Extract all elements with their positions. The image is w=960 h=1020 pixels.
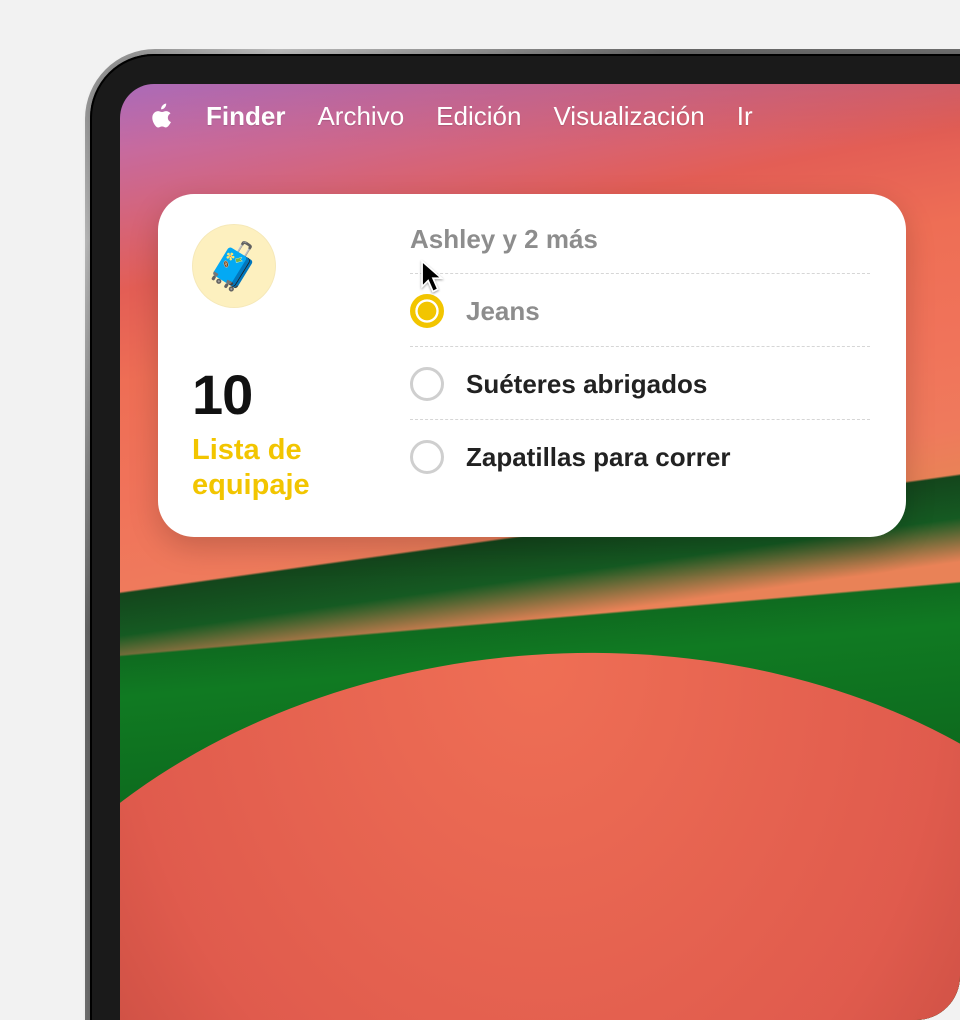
- reminder-label: Zapatillas para correr: [466, 442, 730, 473]
- shared-with-label: Ashley y 2 más: [410, 224, 870, 274]
- reminder-label: Suéteres abrigados: [466, 369, 707, 400]
- list-title: Lista de equipaje: [192, 433, 382, 503]
- radio-icon[interactable]: [410, 294, 444, 328]
- menubar-item-edicion[interactable]: Edición: [436, 101, 521, 132]
- reminders-widget[interactable]: 🧳 10 Lista de equipaje Ashley y 2 más Je…: [158, 194, 906, 537]
- item-count: 10: [192, 362, 382, 427]
- apple-logo-icon[interactable]: [148, 101, 174, 131]
- device-frame: Finder Archivo Edición Visualización Ir …: [90, 54, 960, 1020]
- list-icon: 🧳: [192, 224, 276, 308]
- reminder-label: Jeans: [466, 296, 540, 327]
- reminder-item[interactable]: Zapatillas para correr: [410, 420, 870, 478]
- screen: Finder Archivo Edición Visualización Ir …: [120, 84, 960, 1020]
- reminder-item[interactable]: Jeans: [410, 274, 870, 347]
- radio-icon[interactable]: [410, 367, 444, 401]
- menubar-app-name[interactable]: Finder: [206, 101, 285, 132]
- menubar-item-visualizacion[interactable]: Visualización: [553, 101, 704, 132]
- suitcase-icon: 🧳: [205, 239, 262, 294]
- reminder-item[interactable]: Suéteres abrigados: [410, 347, 870, 420]
- menubar-item-archivo[interactable]: Archivo: [317, 101, 404, 132]
- menubar: Finder Archivo Edición Visualización Ir: [120, 84, 960, 148]
- radio-icon[interactable]: [410, 440, 444, 474]
- menubar-item-ir[interactable]: Ir: [737, 101, 753, 132]
